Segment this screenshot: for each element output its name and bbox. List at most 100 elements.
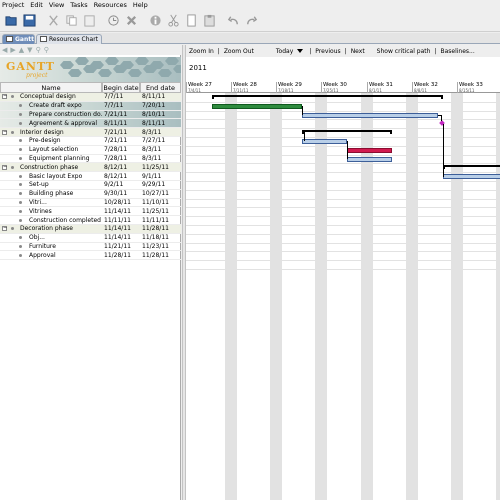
task-name-cell[interactable]: Vitri...	[0, 199, 102, 207]
summary-bar-conceptual-design[interactable]	[212, 95, 443, 99]
task-name-cell[interactable]: Pre-design	[0, 137, 102, 145]
task-begin-date[interactable]: 11/14/11	[102, 208, 140, 215]
task-row[interactable]: Vitri... 10/28/11 11/10/11	[0, 199, 181, 208]
delete-icon[interactable]	[124, 14, 138, 28]
task-row[interactable]: Approval 11/28/11 11/28/11	[0, 251, 181, 261]
paste-icon[interactable]	[82, 14, 96, 28]
menu-project[interactable]: Project	[2, 1, 24, 9]
previous-button[interactable]: Previous	[315, 48, 340, 55]
zoom-out-button[interactable]: Zoom Out	[224, 48, 254, 55]
task-name-cell[interactable]: Furniture	[0, 243, 102, 251]
summary-bar-interior-design[interactable]	[302, 130, 392, 135]
task-end-date[interactable]: 11/23/11	[140, 243, 181, 250]
menu-view[interactable]: View	[49, 1, 64, 9]
clipboard-icon[interactable]	[202, 14, 216, 28]
task-begin-date[interactable]: 8/12/11	[102, 173, 140, 180]
next-button[interactable]: Next	[351, 48, 365, 55]
critical-path-button[interactable]: Show critical path	[377, 48, 431, 55]
task-bar-basic-layout-expo[interactable]	[443, 174, 500, 180]
task-row[interactable]: Create draft expo 7/7/11 7/20/11	[0, 102, 181, 111]
today-dropdown-icon[interactable]	[297, 49, 304, 53]
task-name-cell[interactable]: − Construction phase	[0, 163, 102, 171]
task-name-cell[interactable]: Approval	[0, 251, 102, 259]
task-name-cell[interactable]: Obj...	[0, 234, 102, 242]
task-begin-date[interactable]: 9/2/11	[102, 181, 140, 188]
task-group-row[interactable]: − Construction phase 8/12/11 11/25/11	[0, 163, 181, 173]
task-name-cell[interactable]: Agreement & approval	[0, 119, 102, 127]
document-icon[interactable]	[184, 14, 198, 28]
task-name-cell[interactable]: Construction completed	[0, 216, 102, 224]
task-end-date[interactable]: 10/27/11	[140, 190, 181, 197]
collapse-toggle-icon[interactable]: −	[2, 164, 7, 170]
collapse-toggle-icon[interactable]: −	[2, 226, 7, 232]
task-begin-date[interactable]: 11/14/11	[102, 225, 140, 232]
task-row[interactable]: Obj... 11/14/11 11/18/11	[0, 234, 181, 243]
unlink-icon[interactable]: ⚲	[44, 46, 49, 54]
task-group-row[interactable]: − Conceptual design 7/7/11 8/11/11	[0, 93, 181, 102]
task-begin-date[interactable]: 7/21/11	[102, 129, 140, 136]
column-header-end[interactable]: End date	[140, 82, 181, 93]
task-end-date[interactable]: 8/10/11	[140, 111, 181, 118]
task-row[interactable]: Building phase 9/30/11 10/27/11	[0, 190, 181, 199]
task-row[interactable]: Construction completed 11/11/11 11/11/11	[0, 216, 181, 225]
menu-edit[interactable]: Edit	[30, 1, 43, 9]
task-end-date[interactable]: 8/11/11	[140, 120, 181, 127]
arrow-down-icon[interactable]: ▼	[27, 46, 32, 54]
task-name-cell[interactable]: Prepare construction do...	[0, 111, 102, 119]
task-end-date[interactable]: 11/18/11	[140, 234, 181, 241]
tab-resources-chart[interactable]: Resources Chart	[36, 34, 102, 44]
task-bar-layout-selection[interactable]	[347, 147, 392, 153]
task-name-cell[interactable]: − Interior design	[0, 128, 102, 136]
baselines-button[interactable]: Baselines...	[440, 48, 474, 55]
task-begin-date[interactable]: 9/30/11	[102, 190, 140, 197]
task-end-date[interactable]: 11/28/11	[140, 225, 181, 232]
task-begin-date[interactable]: 7/28/11	[102, 155, 140, 162]
task-end-date[interactable]: 11/25/11	[140, 164, 181, 171]
task-end-date[interactable]: 8/3/11	[140, 129, 181, 136]
task-end-date[interactable]: 8/3/11	[140, 146, 181, 153]
task-row[interactable]: Vitrines 11/14/11 11/25/11	[0, 207, 181, 217]
info-icon[interactable]	[148, 14, 162, 28]
task-row[interactable]: Basic layout Expo 8/12/11 9/1/11	[0, 172, 181, 181]
task-group-row[interactable]: − Interior design 7/21/11 8/3/11	[0, 128, 181, 137]
task-begin-date[interactable]: 11/21/11	[102, 243, 140, 250]
task-name-cell[interactable]: Create draft expo	[0, 102, 102, 110]
task-end-date[interactable]: 7/27/11	[140, 137, 181, 144]
arrow-up-icon[interactable]: ▲	[19, 46, 24, 54]
menu-help[interactable]: Help	[133, 1, 148, 9]
task-begin-date[interactable]: 10/28/11	[102, 199, 140, 206]
task-end-date[interactable]: 8/11/11	[140, 93, 181, 100]
task-bar-create-draft-expo[interactable]	[212, 103, 302, 109]
undo-icon[interactable]	[226, 14, 240, 28]
task-begin-date[interactable]: 7/7/11	[102, 93, 140, 100]
link-icon[interactable]: ⚲	[36, 46, 41, 54]
menu-resources[interactable]: Resources	[94, 1, 127, 9]
task-end-date[interactable]: 8/3/11	[140, 155, 181, 162]
task-row[interactable]: Furniture 11/21/11 11/23/11	[0, 243, 181, 252]
task-begin-date[interactable]: 11/11/11	[102, 217, 140, 224]
task-end-date[interactable]: 9/1/11	[140, 173, 181, 180]
cut-icon[interactable]	[46, 14, 60, 28]
save-icon[interactable]	[22, 14, 36, 28]
task-begin-date[interactable]: 7/21/11	[102, 111, 140, 118]
task-name-cell[interactable]: Layout selection	[0, 146, 102, 154]
task-bar-prepare-construction[interactable]	[302, 112, 438, 118]
history-icon[interactable]	[106, 14, 120, 28]
task-end-date[interactable]: 11/28/11	[140, 252, 181, 259]
task-name-cell[interactable]: − Conceptual design	[0, 93, 102, 101]
tab-gantt[interactable]: Gantt	[2, 34, 35, 44]
task-bar-equipment-planning[interactable]	[347, 156, 392, 162]
redo-icon[interactable]	[244, 14, 258, 28]
task-name-cell[interactable]: Equipment planning	[0, 155, 102, 163]
task-name-cell[interactable]: Building phase	[0, 190, 102, 198]
scissors-icon[interactable]	[166, 14, 180, 28]
task-begin-date[interactable]: 7/28/11	[102, 146, 140, 153]
column-header-begin[interactable]: Begin date	[102, 82, 140, 93]
gantt-chart-area[interactable]	[186, 93, 500, 500]
task-begin-date[interactable]: 7/7/11	[102, 102, 140, 109]
copy-icon[interactable]	[64, 14, 78, 28]
task-row[interactable]: Set-up 9/2/11 9/29/11	[0, 181, 181, 190]
task-end-date[interactable]: 11/25/11	[140, 208, 181, 215]
column-header-name[interactable]: Name	[0, 82, 102, 93]
arrow-left-icon[interactable]: ◀	[2, 46, 7, 54]
